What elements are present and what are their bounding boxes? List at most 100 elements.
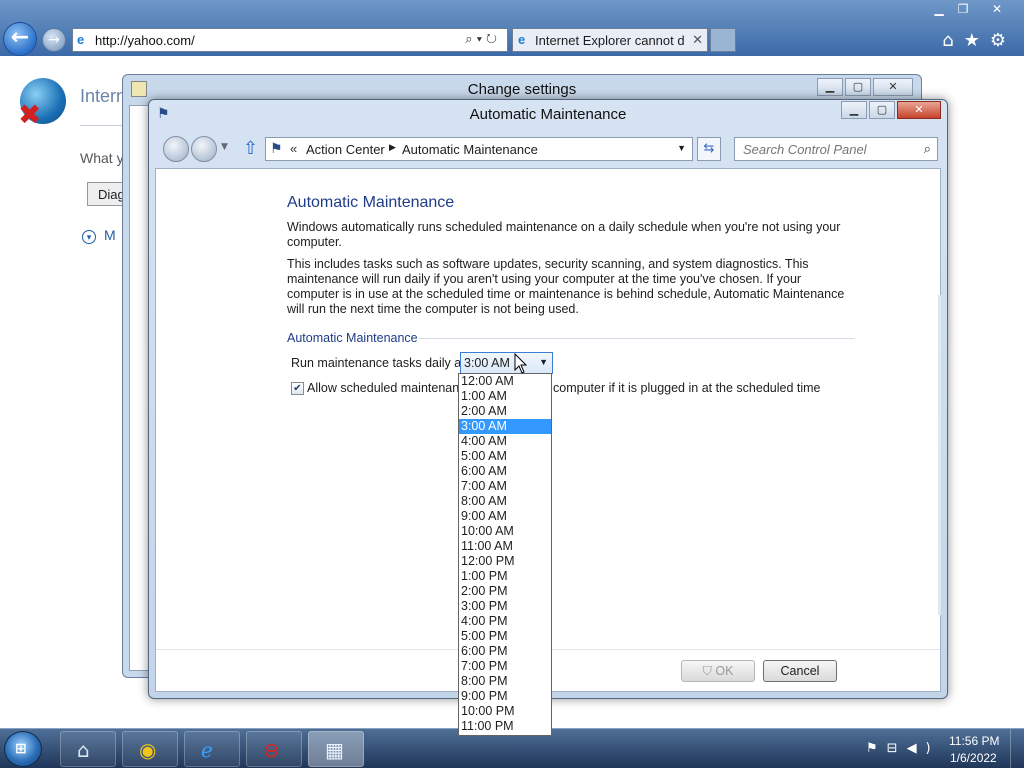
breadcrumb-action-center[interactable]: Action Center — [306, 142, 385, 157]
dropdown-option[interactable]: 3:00 AM — [459, 419, 551, 434]
search-field[interactable]: ⌕ — [734, 137, 938, 161]
chrome-icon: ◉ — [139, 738, 157, 762]
dropdown-option[interactable]: 12:00 PM — [459, 554, 551, 569]
dropdown-option[interactable]: 1:00 PM — [459, 569, 551, 584]
dropdown-option[interactable]: 10:00 PM — [459, 704, 551, 719]
scrollbar[interactable] — [938, 295, 941, 615]
error-title: Intern — [80, 86, 127, 106]
network-icon[interactable]: ⊟ — [887, 741, 907, 756]
maximize-button[interactable]: ▢ — [845, 78, 871, 96]
dropdown-option[interactable]: 12:00 AM — [459, 374, 551, 389]
clock-date[interactable]: 1/6/2022 — [950, 751, 997, 765]
minimize-button[interactable]: ▁ — [817, 78, 843, 96]
dropdown-option[interactable]: 4:00 AM — [459, 434, 551, 449]
nav-forward-button[interactable] — [191, 136, 217, 162]
window-title: Change settings — [467, 81, 577, 98]
show-desktop-button[interactable] — [1010, 729, 1024, 769]
address-url[interactable]: http://yahoo.com/ — [95, 33, 195, 48]
taskbar-app-stop[interactable]: ⊖ — [246, 731, 302, 767]
dropdown-option[interactable]: 10:00 AM — [459, 524, 551, 539]
dropdown-option[interactable]: 2:00 PM — [459, 584, 551, 599]
error-question: What y — [80, 150, 124, 166]
taskbar-app-chrome[interactable]: ◉ — [122, 731, 178, 767]
back-arrow-icon: ← — [10, 25, 30, 50]
dropdown-option[interactable]: 7:00 PM — [459, 659, 551, 674]
breadcrumb-separator-icon[interactable]: ▶ — [389, 142, 396, 153]
dropdown-option[interactable]: 5:00 AM — [459, 449, 551, 464]
address-tools[interactable]: ⌕▾↻ — [465, 31, 501, 47]
caption-buttons: ▁ ▢ ✕ — [839, 101, 941, 119]
dropdown-option[interactable]: 5:00 PM — [459, 629, 551, 644]
browser-toolbar: ▁ ❐ ✕ ← → e http://yahoo.com/ ⌕▾↻ e Inte… — [0, 0, 1024, 56]
new-tab-button[interactable] — [710, 28, 736, 52]
dropdown-option[interactable]: 4:00 PM — [459, 614, 551, 629]
close-button[interactable]: ✕ — [873, 78, 913, 96]
details-text: This includes tasks such as software upd… — [287, 257, 845, 316]
tools-gear-icon[interactable]: ⚙ — [990, 30, 1016, 51]
refresh-button[interactable]: ⇆ — [697, 137, 721, 161]
checkbox-label[interactable]: Allow scheduled maintenanc — [307, 381, 465, 395]
dropdown-option[interactable]: 9:00 AM — [459, 509, 551, 524]
up-arrow-icon[interactable]: ⇧ — [243, 138, 258, 159]
dropdown-option[interactable]: 11:00 PM — [459, 719, 551, 734]
minimize-button[interactable]: ▁ — [841, 101, 867, 119]
dropdown-option[interactable]: 6:00 AM — [459, 464, 551, 479]
dropdown-option[interactable]: 9:00 PM — [459, 689, 551, 704]
cancel-button[interactable]: Cancel — [763, 660, 837, 682]
time-dropdown-list[interactable]: 12:00 AM 1:00 AM 2:00 AM 3:00 AM 4:00 AM 5:00… — [458, 373, 552, 736]
taskbar-app-internet-explorer[interactable]: ℯ — [184, 731, 240, 767]
caption-buttons: ▁ ▢ ✕ — [815, 78, 913, 96]
dropdown-option[interactable]: 2:00 AM — [459, 404, 551, 419]
start-button[interactable]: ⊞ — [4, 731, 42, 767]
checkbox-label-end[interactable]: computer if it is plugged in at the sche… — [553, 381, 821, 395]
dropdown-option[interactable]: 3:00 PM — [459, 599, 551, 614]
volume-icon[interactable]: ◀) — [907, 741, 940, 756]
ie-page-icon: e — [77, 32, 85, 47]
forward-button[interactable]: → — [42, 28, 66, 52]
close-button[interactable]: ✕ — [980, 0, 1014, 20]
close-button[interactable]: ✕ — [897, 101, 941, 119]
clock-time[interactable]: 11:56 PM — [949, 734, 999, 748]
divider — [419, 338, 855, 339]
search-icon[interactable]: ⌕ — [924, 141, 931, 157]
maximize-button[interactable]: ▢ — [869, 101, 895, 119]
nav-back-button[interactable] — [163, 136, 189, 162]
tab-title: Internet Explorer cannot dis... — [535, 33, 685, 48]
dropdown-option[interactable]: 6:00 PM — [459, 644, 551, 659]
chevron-down-icon[interactable]: ▼ — [539, 357, 548, 367]
recent-pages-chevron-icon[interactable]: ▼ — [221, 142, 228, 152]
dropdown-option[interactable]: 8:00 PM — [459, 674, 551, 689]
dropdown-option[interactable]: 1:00 AM — [459, 389, 551, 404]
search-input[interactable] — [741, 141, 911, 158]
tab-close-icon[interactable]: ✕ — [692, 32, 703, 48]
browser-tab[interactable]: e Internet Explorer cannot dis... ✕ — [512, 28, 708, 52]
breadcrumb-overflow[interactable]: « — [290, 141, 297, 156]
chevron-down-icon[interactable]: ▼ — [677, 143, 686, 153]
back-button[interactable]: ← — [3, 22, 37, 56]
time-select[interactable]: 3:00 AM ▼ — [460, 352, 553, 374]
stop-icon: ⊖ — [263, 738, 280, 762]
home-icon[interactable]: ⌂ — [942, 30, 963, 51]
taskbar-app-control-panel[interactable]: ▦ — [308, 731, 364, 767]
restore-button[interactable]: ❐ — [946, 0, 980, 20]
address-bar[interactable]: e http://yahoo.com/ ⌕▾↻ — [72, 28, 508, 52]
run-time-label: Run maintenance tasks daily at — [291, 356, 465, 370]
page-title: Automatic Maintenance — [287, 194, 455, 211]
description-text: Windows automatically runs scheduled mai… — [287, 220, 841, 249]
ie-icon: ℯ — [201, 738, 213, 762]
more-info-link[interactable]: ▾ M — [82, 227, 116, 244]
breadcrumb[interactable]: ⚑ « Action Center ▶ Automatic Maintenanc… — [265, 137, 693, 161]
taskbar-app-explorer[interactable]: ⌂ — [60, 731, 116, 767]
wake-computer-checkbox[interactable]: ✔ — [291, 382, 304, 395]
dropdown-option[interactable]: 7:00 AM — [459, 479, 551, 494]
breadcrumb-automatic-maintenance[interactable]: Automatic Maintenance — [402, 142, 538, 157]
dropdown-option[interactable]: 8:00 AM — [459, 494, 551, 509]
favorites-star-icon[interactable]: ★ — [964, 30, 990, 51]
group-label: Automatic Maintenance — [287, 331, 418, 345]
ok-button[interactable]: ⛉ OK — [681, 660, 755, 682]
windows-logo-icon: ⊞ — [15, 741, 27, 757]
error-globe-icon: ✖ — [18, 78, 66, 131]
mouse-cursor-icon — [514, 353, 528, 374]
action-center-flag-icon[interactable]: ⚑ — [866, 741, 887, 756]
dropdown-option[interactable]: 11:00 AM — [459, 539, 551, 554]
